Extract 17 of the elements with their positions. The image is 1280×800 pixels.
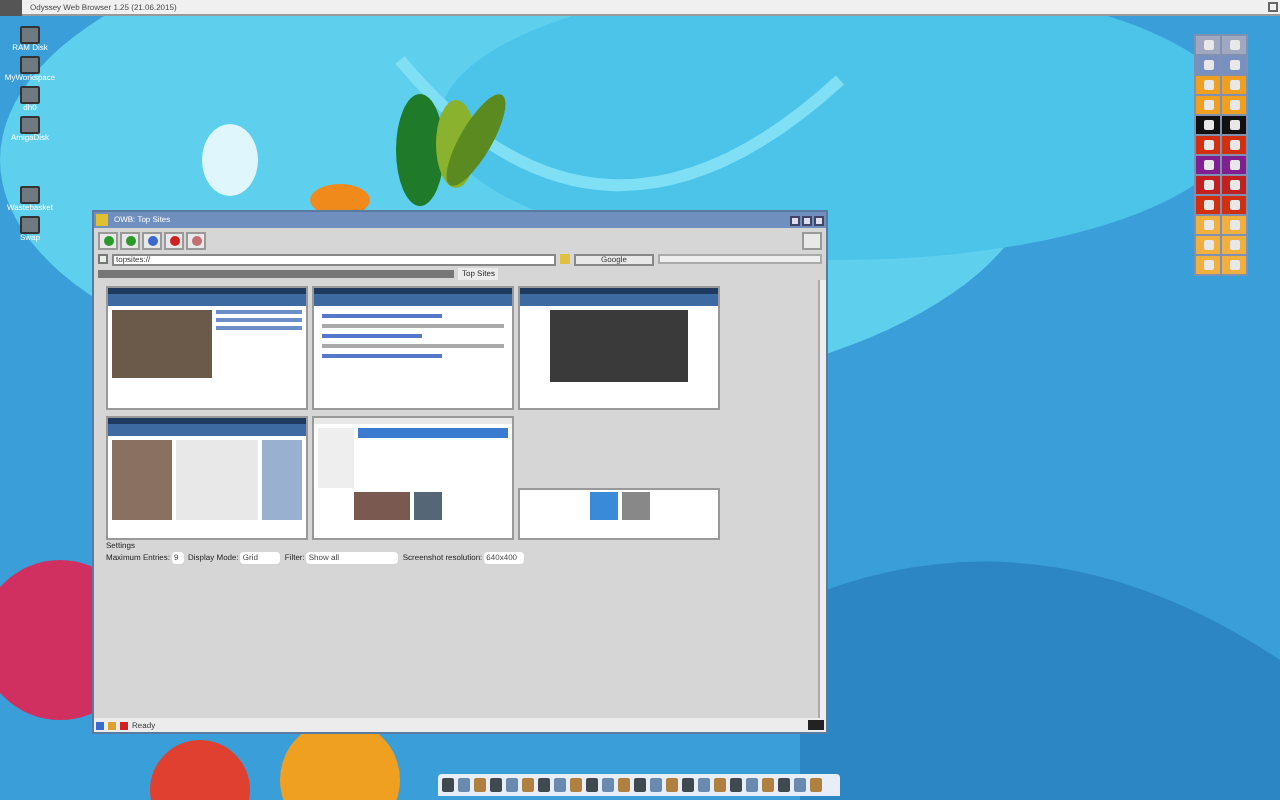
- scrollbar[interactable]: [818, 280, 826, 718]
- page-thumbnail[interactable]: [106, 416, 308, 540]
- close-icon[interactable]: [814, 215, 824, 225]
- page-icon: [98, 254, 108, 264]
- page-thumbnail[interactable]: [518, 286, 720, 410]
- page-thumbnail[interactable]: [312, 416, 514, 540]
- depth-icon[interactable]: [802, 215, 812, 225]
- page-thumbnail[interactable]: [312, 286, 514, 410]
- app-icon[interactable]: [1222, 156, 1246, 174]
- app-icon[interactable]: [1196, 116, 1220, 134]
- app-icon[interactable]: [1196, 156, 1220, 174]
- page-thumbnail[interactable]: [518, 488, 720, 540]
- depth-icon[interactable]: [1268, 2, 1278, 12]
- page-thumbnail[interactable]: [106, 286, 308, 410]
- find-field[interactable]: [658, 254, 822, 264]
- zoom-icon[interactable]: [790, 215, 800, 225]
- app-icon[interactable]: [1222, 116, 1246, 134]
